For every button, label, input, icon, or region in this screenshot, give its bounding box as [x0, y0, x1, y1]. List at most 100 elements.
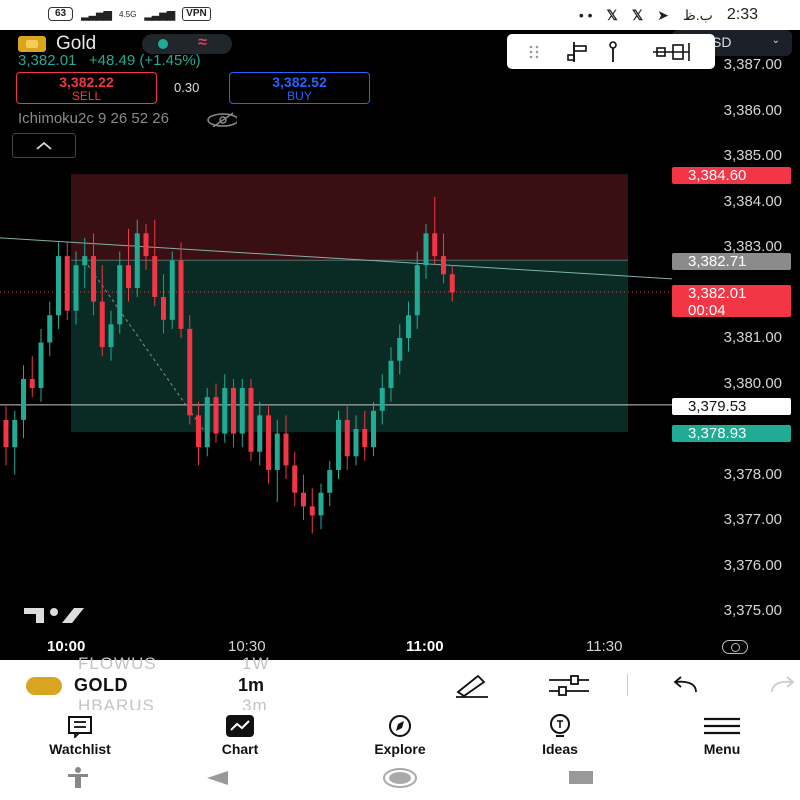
candle[interactable] — [248, 378, 254, 461]
system-navigation — [0, 760, 800, 800]
undo-icon[interactable] — [670, 672, 700, 698]
battery-indicator: 63 — [48, 7, 74, 21]
prev-symbol-ghost: FLOWUS — [78, 654, 157, 673]
candle[interactable] — [29, 356, 35, 398]
buy-label: BUY — [287, 89, 312, 103]
candle[interactable] — [292, 451, 298, 507]
tradingview-logo — [24, 608, 84, 623]
chart-icon — [226, 715, 254, 737]
sell-label: SELL — [71, 89, 102, 103]
sell-button[interactable]: 3,382.22 SELL — [16, 72, 157, 104]
gold-coins-icon — [26, 676, 62, 695]
drag-handle-icon[interactable] — [529, 45, 539, 59]
candle[interactable] — [47, 301, 53, 357]
candle[interactable] — [204, 388, 210, 457]
price-tick-label: 3,381.00 — [723, 329, 782, 346]
time-label-1100: 11:00 — [406, 638, 444, 655]
nav-menu[interactable]: Menu — [672, 714, 772, 757]
nav-watchlist-label: Watchlist — [49, 741, 111, 757]
drawing-pen-icon[interactable] — [452, 672, 492, 698]
nav-menu-label: Menu — [703, 741, 741, 757]
buy-button[interactable]: 3,382.52 BUY — [229, 72, 370, 104]
price-tick-label: 3,376.00 — [723, 556, 782, 574]
price-change: +48.49 (+1.45%) — [88, 52, 201, 69]
symbol-toolbar: FLOWUS 1W HBARUS 3m GOLD 1m — [0, 654, 800, 715]
vpn-badge: VPN — [182, 7, 211, 21]
candle-countdown: 00:04 — [688, 302, 726, 319]
buy-price: 3,382.52 — [272, 74, 327, 90]
last-price: 3,382.01 — [18, 52, 77, 69]
candle[interactable] — [187, 315, 193, 425]
candle[interactable] — [266, 406, 271, 484]
price-tick-label: 3,377.00 — [723, 511, 782, 528]
current-price-badge: 3,382.01 00:04 — [672, 285, 791, 319]
recents-icon[interactable] — [568, 770, 594, 786]
date-label: ب.ظ — [682, 6, 713, 23]
redo-icon[interactable] — [770, 672, 800, 698]
candle[interactable] — [309, 488, 315, 534]
price-tick-label: 3,385.00 — [723, 147, 782, 164]
candle[interactable] — [318, 483, 324, 530]
x-app-icon: 𝕏 — [606, 6, 618, 23]
nav-chart[interactable]: Chart — [190, 714, 290, 757]
indicators-sliders-icon[interactable] — [547, 672, 591, 698]
notification-dots: • • — [578, 7, 593, 23]
wave-icon: ≈ — [198, 34, 207, 51]
candle[interactable] — [336, 410, 341, 480]
chart-settings-icon[interactable] — [722, 640, 748, 654]
chevron-up-icon — [36, 141, 52, 150]
market-open-dot — [158, 39, 169, 49]
drawing-toolbar[interactable] — [507, 34, 715, 69]
market-status-toggle[interactable]: ≈ — [142, 34, 233, 54]
pin-tool-icon[interactable] — [609, 41, 617, 62]
current-price-value: 3,382.01 — [688, 285, 747, 302]
eye-hidden-icon[interactable] — [205, 111, 237, 127]
back-icon[interactable] — [204, 768, 230, 788]
chevron-down-icon: ⌄ — [771, 35, 780, 46]
candle[interactable] — [56, 242, 61, 329]
settings-tool-icon[interactable] — [653, 43, 690, 61]
candle[interactable] — [21, 365, 26, 439]
price-tick-label: 3,375.00 — [723, 602, 782, 619]
candle[interactable] — [169, 251, 175, 329]
indicator-params: 9 26 52 26 — [98, 110, 169, 127]
gold-bars-icon — [18, 36, 46, 52]
nav-explore[interactable]: Explore — [350, 714, 450, 757]
candle[interactable] — [231, 378, 236, 448]
candle[interactable] — [3, 406, 9, 466]
nav-ideas[interactable]: Ideas — [510, 714, 610, 757]
nav-watchlist[interactable]: Watchlist — [30, 714, 130, 757]
candle[interactable] — [38, 328, 44, 402]
candle[interactable] — [327, 460, 333, 507]
position-tool-icon[interactable] — [567, 42, 587, 62]
price-tick-label: 3,384.00 — [723, 192, 782, 210]
watchlist-icon — [68, 716, 92, 738]
price-summary: 3,382.01 +48.49 (+1.45%) — [18, 52, 201, 69]
candle[interactable] — [64, 242, 70, 320]
nav-ideas-label: Ideas — [542, 741, 578, 757]
nav-chart-label: Chart — [221, 741, 259, 757]
compass-icon — [389, 715, 411, 737]
x-app-icon-2: 𝕏 — [631, 6, 644, 23]
price-tick-label: 3,378.00 — [723, 465, 782, 483]
indicator-legend[interactable]: Ichimoku2c 9 26 52 26 — [18, 110, 237, 127]
candle[interactable] — [239, 378, 245, 448]
time-label-1000: 10:00 — [47, 638, 86, 655]
signal-icon-2: ▂▃▅▆ — [144, 8, 175, 21]
telegram-icon: ➤ — [657, 6, 669, 23]
entry-price-badge: 3,382.71 — [672, 253, 791, 270]
spread-value: 0.30 — [174, 80, 200, 95]
accessibility-icon[interactable] — [66, 766, 90, 790]
stop-loss-badge: 3,384.60 — [672, 167, 791, 184]
candle[interactable] — [12, 410, 18, 475]
interval-picker[interactable]: 1m — [238, 675, 264, 696]
take-profit-badge: 3,378.93 — [672, 425, 791, 442]
price-tick-label: 3,387.00 — [723, 56, 782, 73]
candle[interactable] — [301, 474, 306, 521]
home-icon[interactable] — [382, 766, 418, 790]
collapse-button[interactable] — [12, 133, 76, 158]
time-label-1030: 10:30 — [228, 638, 266, 655]
status-bar: 63 ▂▃▅▆ 4.5G ▂▃▅▆ VPN • • 𝕏 𝕏 ➤ ب.ظ 2:33 — [0, 0, 800, 30]
toolbar-divider — [627, 674, 628, 696]
symbol-picker[interactable]: GOLD — [26, 675, 128, 696]
